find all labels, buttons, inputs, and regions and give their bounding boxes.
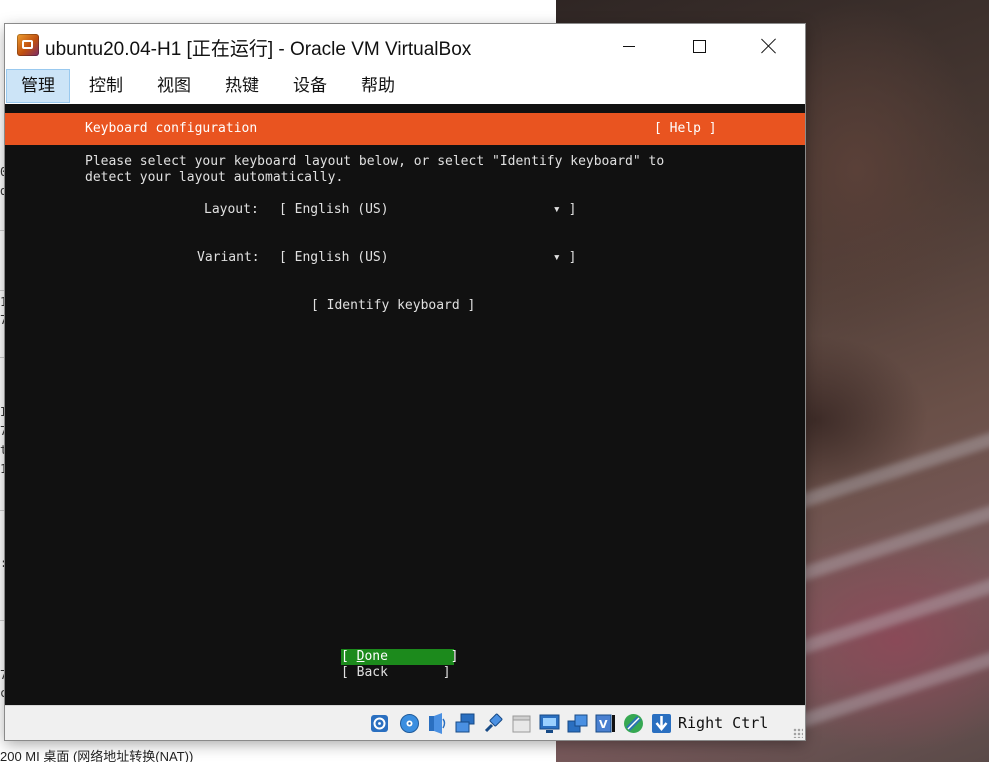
menu-help[interactable]: 帮助 — [346, 69, 410, 103]
resize-grip-icon[interactable] — [793, 728, 803, 738]
mouse-integration-icon[interactable] — [623, 713, 644, 734]
variant-label: Variant: — [197, 250, 260, 265]
keyboard-capture-icon[interactable] — [651, 713, 672, 734]
virtualbox-window: ubuntu20.04-H1 [正在运行] - Oracle VM Virtua… — [5, 24, 805, 740]
menu-bar: 管理 控制 视图 热键 设备 帮助 — [5, 68, 805, 104]
background-bottom-text: 200 MI 桌面 (网络地址转换(NAT)) — [0, 749, 194, 762]
done-button-prefix: [ — [341, 649, 357, 664]
shared-folders-icon[interactable] — [511, 713, 532, 734]
menu-devices[interactable]: 设备 — [278, 69, 342, 103]
minimize-icon — [623, 45, 635, 47]
virtualbox-app-icon — [17, 34, 39, 56]
variant-dropdown[interactable]: [ English (US) ▾ ] — [279, 250, 576, 266]
svg-text:V: V — [599, 718, 608, 731]
virtualization-icon[interactable]: V — [595, 713, 616, 734]
identify-keyboard-button[interactable]: [ Identify keyboard ] — [311, 298, 475, 314]
menu-view[interactable]: 视图 — [142, 69, 206, 103]
description-line-1: Please select your keyboard layout below… — [85, 154, 665, 169]
done-button[interactable]: [ Done ] — [341, 649, 458, 665]
maximize-button[interactable] — [676, 24, 722, 68]
done-button-rest: one ] — [364, 649, 459, 664]
maximize-icon — [692, 39, 706, 53]
audio-icon[interactable] — [427, 713, 448, 734]
layout-label: Layout: — [204, 202, 259, 217]
host-key-label[interactable]: Right Ctrl — [678, 714, 768, 732]
usb-icon[interactable] — [483, 713, 504, 734]
vm-display[interactable]: Keyboard configuration [ Help ] Please s… — [5, 104, 805, 705]
video-capture-icon[interactable] — [567, 713, 588, 734]
status-bar: V Right Ctrl — [5, 705, 805, 740]
menu-machine[interactable]: 管理 — [6, 69, 70, 103]
title-bar[interactable]: ubuntu20.04-H1 [正在运行] - Oracle VM Virtua… — [5, 24, 805, 68]
window-title: ubuntu20.04-H1 [正在运行] - Oracle VM Virtua… — [45, 39, 472, 60]
layout-dropdown[interactable]: [ English (US) ▾ ] — [279, 202, 576, 218]
menu-control[interactable]: 控制 — [74, 69, 138, 103]
menu-hotkeys[interactable]: 热键 — [210, 69, 274, 103]
minimize-button[interactable] — [606, 24, 652, 68]
display-icon[interactable] — [539, 713, 560, 734]
close-button[interactable] — [746, 24, 792, 68]
optical-drive-icon[interactable] — [399, 713, 420, 734]
background-stripe — [780, 640, 989, 734]
network-icon[interactable] — [455, 713, 476, 734]
hard-disk-icon[interactable] — [369, 713, 390, 734]
back-button[interactable]: [ Back ] — [341, 665, 454, 681]
description-line-2: detect your layout automatically. — [85, 170, 344, 185]
close-icon — [761, 38, 777, 54]
installer-header: Keyboard configuration [ Help ] — [5, 113, 805, 145]
help-button[interactable]: [ Help ] — [654, 121, 717, 136]
installer-title: Keyboard configuration — [85, 121, 258, 136]
